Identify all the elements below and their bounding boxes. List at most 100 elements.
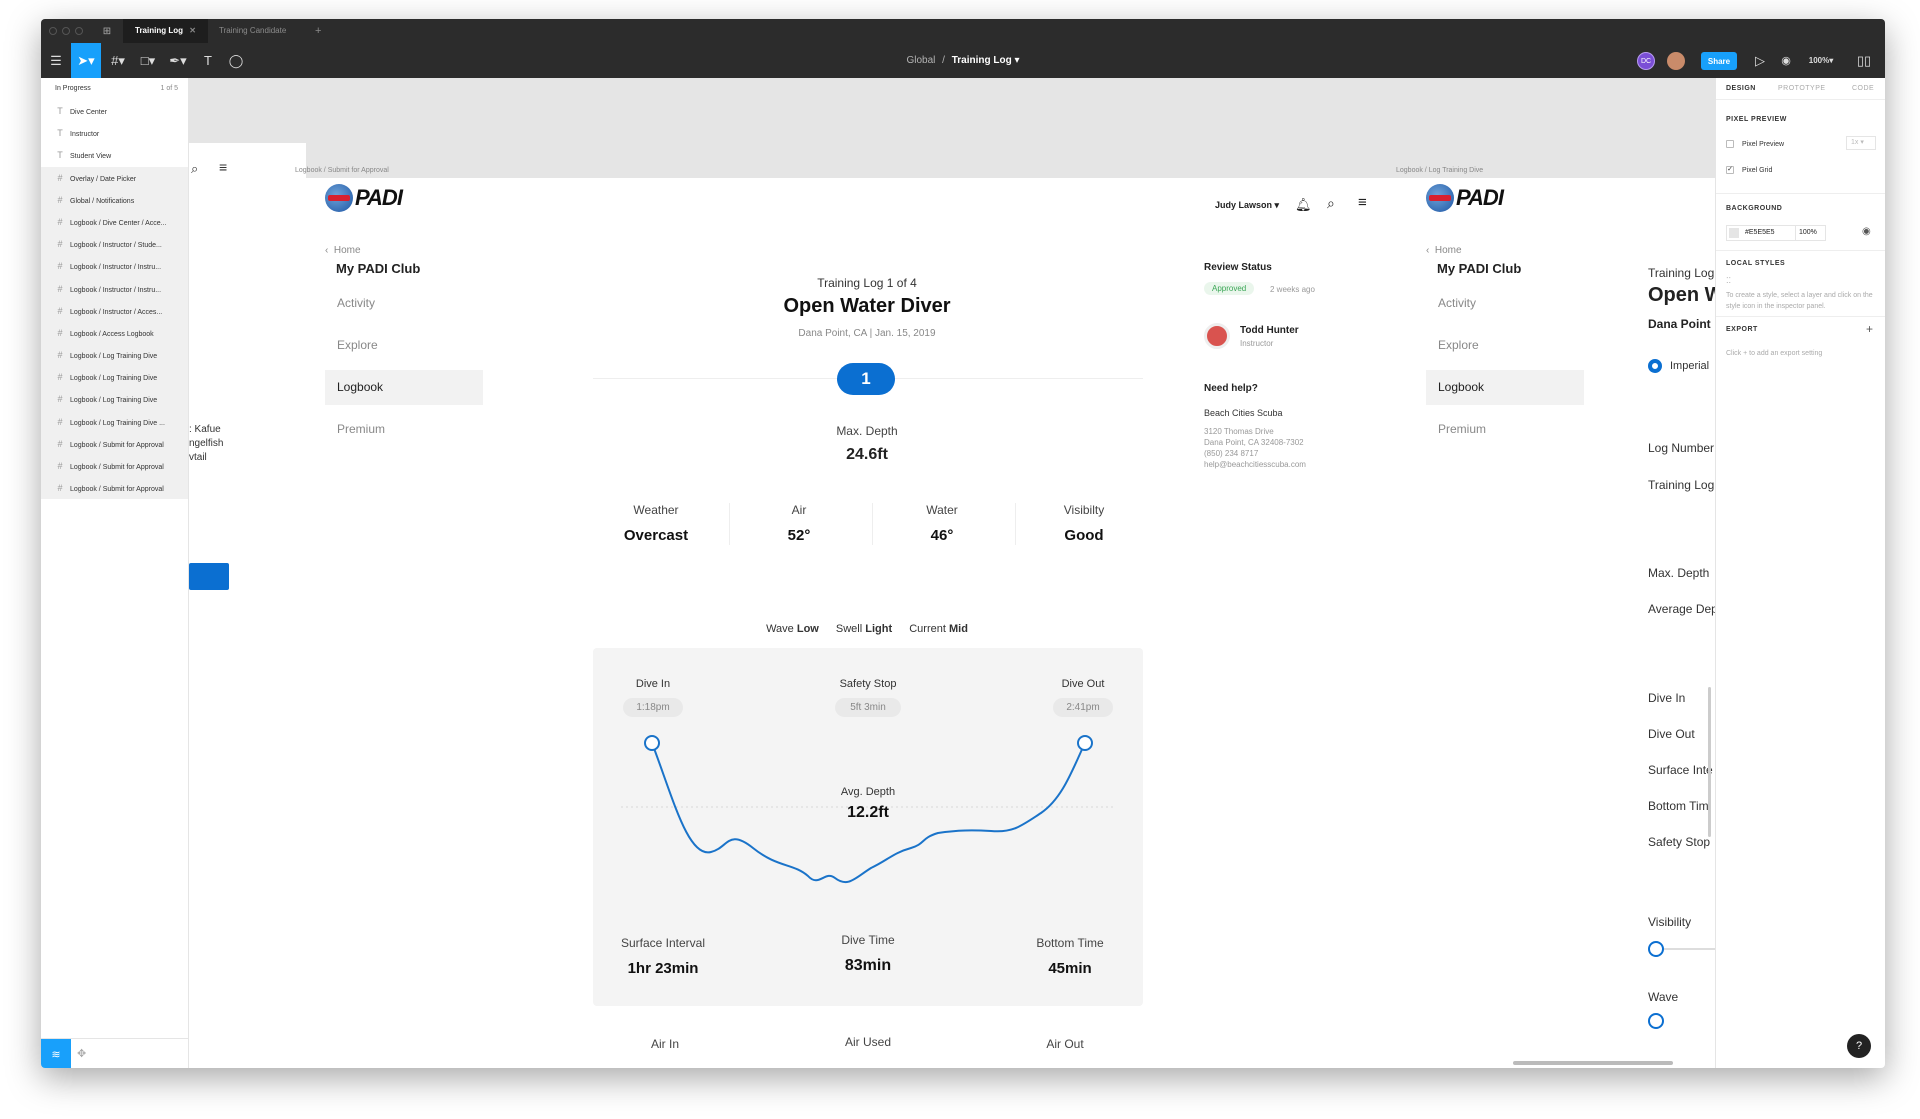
layer-item[interactable]: # Logbook / Access Logbook: [41, 321, 188, 345]
tab-prototype[interactable]: PROTOTYPE: [1778, 78, 1826, 100]
tab-design[interactable]: DESIGN: [1726, 78, 1756, 100]
frame-main-nav[interactable]: PADI ‹ Home My PADI Club Activity Explor…: [295, 178, 552, 1068]
view-icon[interactable]: ◉: [1771, 43, 1801, 78]
nav-item-premium[interactable]: Premium: [325, 412, 483, 447]
nav-item-activity[interactable]: Activity: [325, 286, 483, 321]
layer-item[interactable]: T Student View: [41, 144, 188, 166]
layer-item[interactable]: # Logbook / Submit for Approval: [41, 455, 188, 478]
layer-item[interactable]: # Logbook / Submit for Approval: [41, 432, 188, 455]
tab-training-candidate[interactable]: Training Candidate: [207, 19, 298, 43]
color-swatch[interactable]: [1729, 228, 1739, 238]
tab-training-log[interactable]: Training Log ✕: [123, 19, 208, 43]
horizontal-scrollbar[interactable]: [1513, 1061, 1673, 1065]
avatar-dc[interactable]: DC: [1637, 52, 1655, 70]
nav-item-activity[interactable]: Activity: [1426, 286, 1584, 321]
checkbox[interactable]: [1726, 140, 1734, 148]
pixel-preview-row[interactable]: Pixel Preview: [1726, 140, 1784, 148]
back-link[interactable]: ‹ Home: [1426, 245, 1462, 256]
scale-dropdown[interactable]: 1x ▾: [1846, 136, 1876, 150]
layer-label: Logbook / Instructor / Acces...: [70, 308, 163, 316]
hamburger-icon[interactable]: ≡: [1358, 194, 1367, 211]
nav-item-logbook[interactable]: Logbook: [325, 370, 483, 405]
layer-item[interactable]: # Logbook / Log Training Dive: [41, 366, 188, 389]
user-menu[interactable]: Judy Lawson ▾: [1215, 200, 1279, 211]
dive-in-handle[interactable]: [644, 735, 660, 751]
layer-item[interactable]: # Logbook / Submit for Approval: [41, 477, 188, 500]
help-button[interactable]: ?: [1847, 1034, 1871, 1058]
frame-right-content[interactable]: Training Log Open W Dana Point Imperial …: [1613, 178, 1715, 1068]
dive-out-handle[interactable]: [1077, 735, 1093, 751]
hex-value[interactable]: #E5E5E5: [1745, 229, 1775, 236]
eye-icon[interactable]: ◉: [1862, 226, 1871, 237]
layer-item[interactable]: T Dive Center: [41, 100, 188, 122]
layer-item[interactable]: # Overlay / Date Picker: [41, 166, 188, 189]
layer-item[interactable]: # Logbook / Log Training Dive: [41, 344, 188, 367]
add-tab-button[interactable]: +: [303, 19, 333, 43]
stat-label: Dive Time: [841, 933, 895, 947]
units-radio[interactable]: Imperial: [1648, 359, 1709, 373]
add-export-icon[interactable]: +: [1866, 322, 1873, 336]
frame-layer-icon: #: [57, 216, 63, 227]
search-icon[interactable]: ⌕: [191, 161, 198, 177]
search-icon[interactable]: ⌕: [1327, 195, 1335, 212]
library-icon[interactable]: ▯▯: [1849, 43, 1879, 78]
frame-label-right[interactable]: Logbook / Log Training Dive: [1396, 167, 1483, 174]
layer-item[interactable]: # Logbook / Instructor / Acces...: [41, 299, 188, 322]
zoom-window-dot[interactable]: [75, 27, 83, 35]
dive-number-badge[interactable]: 1: [837, 363, 895, 395]
layer-item[interactable]: # Logbook / Instructor / Stude...: [41, 233, 188, 256]
tab-label: Training Log: [135, 26, 183, 35]
nav-item-premium[interactable]: Premium: [1426, 412, 1584, 447]
zoom-dropdown[interactable]: 100% ▾: [1801, 43, 1841, 78]
layer-item[interactable]: # Logbook / Log Training Dive: [41, 388, 188, 411]
email-link[interactable]: help@beachcitiesscuba.com: [1204, 459, 1306, 470]
back-link[interactable]: ‹ Home: [325, 245, 361, 256]
visibility-slider-handle[interactable]: [1648, 941, 1664, 957]
opacity-value[interactable]: 100%: [1799, 229, 1817, 236]
layer-label: Logbook / Log Training Dive: [70, 397, 158, 405]
vertical-scrollbar[interactable]: [1708, 687, 1711, 837]
layer-item[interactable]: # Logbook / Instructor / Instru...: [41, 255, 188, 278]
frame-main-content[interactable]: Judy Lawson ▾ 🔔︎ ⌕ ≡ Training Log 1 of 4…: [552, 178, 1402, 1068]
layer-item[interactable]: # Logbook / Instructor / Instru...: [41, 277, 188, 300]
layer-item[interactable]: # Logbook / Log Training Dive ...: [41, 410, 188, 433]
phone[interactable]: (850) 234 8717: [1204, 448, 1306, 459]
layers-icon[interactable]: ≋: [41, 1039, 71, 1068]
padi-logo[interactable]: PADI: [325, 184, 403, 212]
nav-item-logbook[interactable]: Logbook: [1426, 370, 1584, 405]
close-tab-icon[interactable]: ✕: [189, 26, 196, 35]
background-color-field[interactable]: #E5E5E5 100%: [1726, 225, 1826, 241]
hamburger-icon[interactable]: ≡: [219, 159, 227, 175]
checkbox-checked-icon[interactable]: ✓: [1726, 166, 1734, 174]
wave-slider-handle[interactable]: [1648, 1013, 1664, 1029]
partial-blue-button[interactable]: [189, 563, 229, 590]
stat-label: Air: [791, 503, 807, 517]
avatar[interactable]: [1204, 323, 1230, 349]
assets-icon[interactable]: ✥: [77, 1047, 86, 1060]
breadcrumb-current[interactable]: Training Log: [952, 55, 1012, 66]
frame-right-nav[interactable]: PADI ‹ Home My PADI Club Activity Explor…: [1396, 178, 1613, 1068]
close-window-dot[interactable]: [49, 27, 57, 35]
frame-partial-left[interactable]: ⌕ ≡ : Kafue ngelfish vtail: [189, 143, 306, 1068]
share-button[interactable]: Share: [1701, 52, 1737, 70]
minimize-window-dot[interactable]: [62, 27, 70, 35]
dive-center-contact: 3120 Thomas Drive Dana Point, CA 32408-7…: [1204, 426, 1306, 470]
avatar-user[interactable]: [1667, 52, 1685, 70]
chevron-down-icon[interactable]: ▾: [1015, 55, 1020, 66]
tab-code[interactable]: CODE: [1852, 78, 1874, 100]
bell-icon[interactable]: 🔔︎: [1295, 197, 1312, 213]
grid-icon[interactable]: ⊞: [97, 19, 117, 43]
visibility-slider-track[interactable]: [1664, 948, 1715, 950]
frame-label-main[interactable]: Logbook / Submit for Approval: [295, 167, 389, 174]
layer-label: Logbook / Instructor / Instru...: [70, 264, 162, 272]
pixel-grid-row[interactable]: ✓ Pixel Grid: [1726, 166, 1772, 174]
padi-logo[interactable]: PADI: [1426, 184, 1504, 212]
nav-item-explore[interactable]: Explore: [1426, 328, 1584, 363]
breadcrumb-parent[interactable]: Global: [906, 55, 935, 66]
layer-item[interactable]: # Global / Notifications: [41, 188, 188, 211]
page-selector[interactable]: In Progress 1 of 5: [41, 78, 188, 100]
layer-item[interactable]: T Instructor: [41, 122, 188, 144]
nav-item-explore[interactable]: Explore: [325, 328, 483, 363]
layer-item[interactable]: # Logbook / Dive Center / Acce...: [41, 210, 188, 234]
divider: [1716, 316, 1885, 317]
